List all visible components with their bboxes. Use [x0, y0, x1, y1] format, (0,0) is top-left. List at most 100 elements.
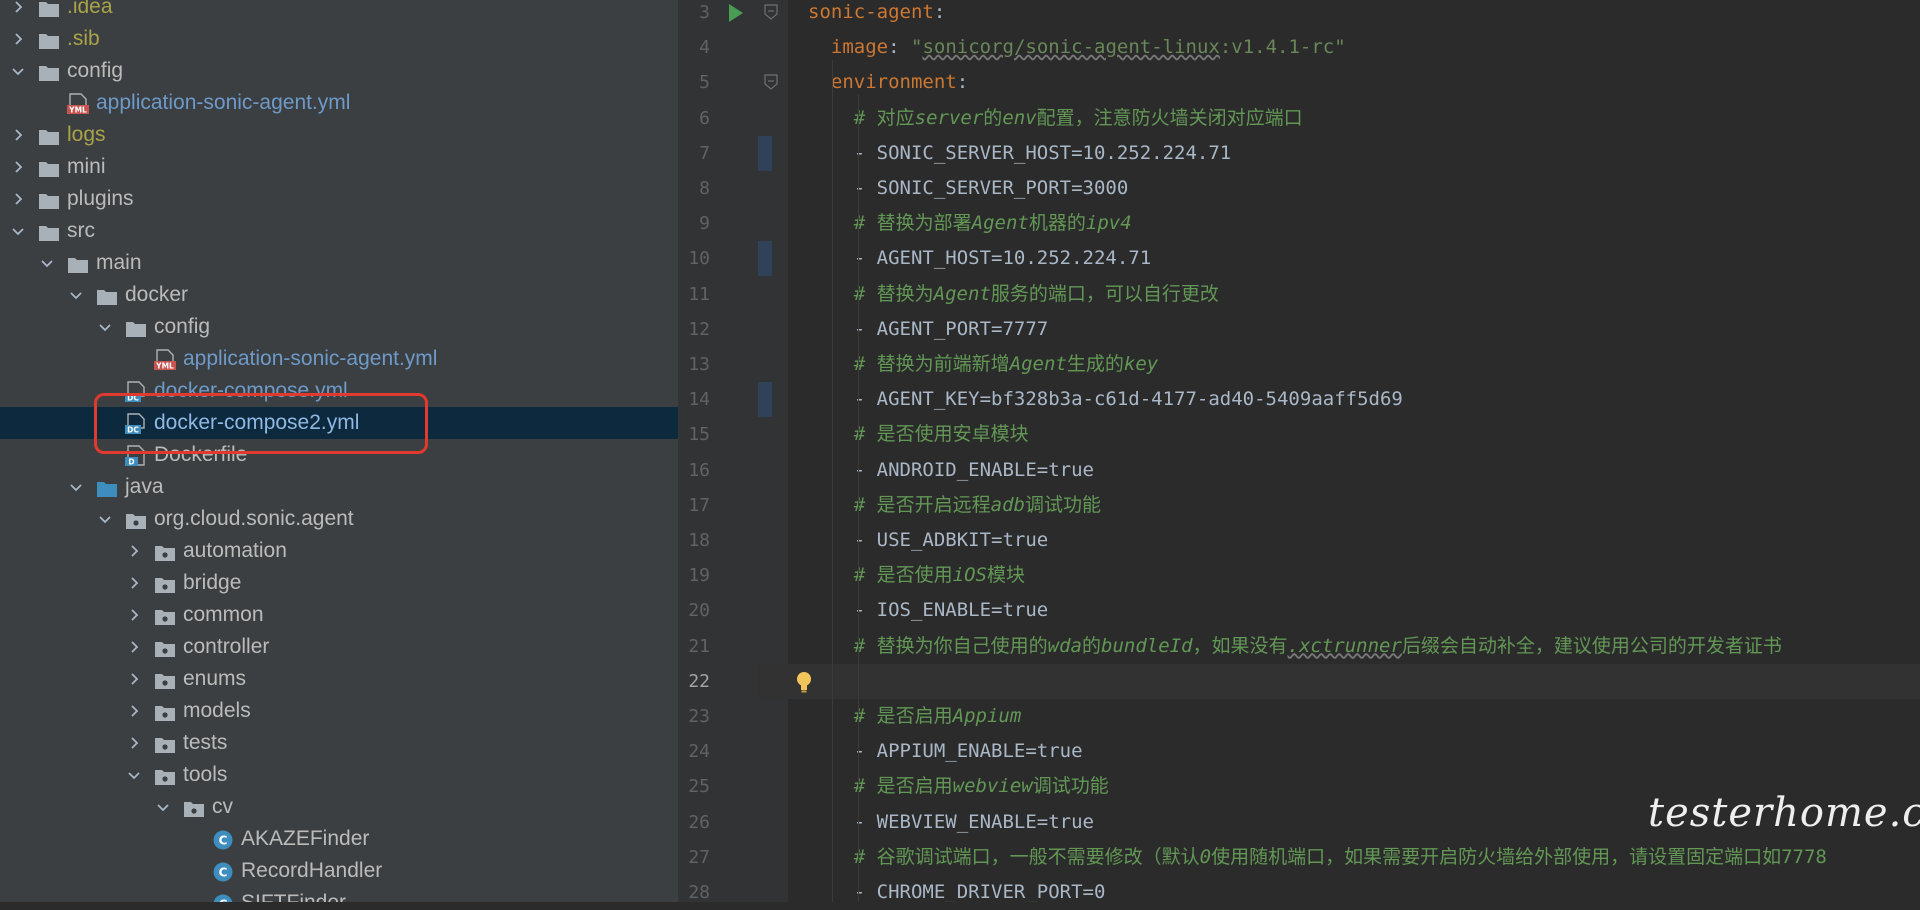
- chevron-right-icon[interactable]: [126, 695, 142, 727]
- code-line[interactable]: - AGENT_PORT=7777: [808, 312, 1048, 347]
- code-line[interactable]: - CHROME_DRIVER_PORT=0: [808, 875, 1106, 902]
- chevron-down-icon[interactable]: [155, 791, 171, 823]
- chevron-down-icon[interactable]: [10, 215, 26, 247]
- tree-item-label: enums: [183, 667, 247, 690]
- tree-item[interactable]: enums: [0, 663, 678, 695]
- tree-item-label: plugins: [67, 187, 134, 210]
- line-number: 14: [688, 389, 710, 411]
- code-line[interactable]: - WEBVIEW_ENABLE=true: [808, 805, 1094, 840]
- code-line[interactable]: - IOS_ENABLE=true: [808, 593, 1048, 628]
- chevron-right-icon[interactable]: [10, 151, 26, 183]
- tree-item[interactable]: main: [0, 247, 678, 279]
- code-line[interactable]: # 是否启用webview调试功能: [808, 769, 1109, 804]
- code-line[interactable]: # 是否启用Appium: [808, 699, 1022, 734]
- code-line[interactable]: - AGENT_HOST=10.252.224.71: [808, 241, 1151, 276]
- chevron-right-icon[interactable]: [126, 599, 142, 631]
- package-icon: [154, 573, 176, 593]
- chevron-down-icon[interactable]: [39, 247, 55, 279]
- tree-item[interactable]: controller: [0, 631, 678, 663]
- class-icon: C: [212, 893, 234, 902]
- tree-item[interactable]: org.cloud.sonic.agent: [0, 503, 678, 535]
- tree-item[interactable]: cv: [0, 791, 678, 823]
- tree-item[interactable]: models: [0, 695, 678, 727]
- line-number: 15: [688, 424, 710, 446]
- tree-item[interactable]: tests: [0, 727, 678, 759]
- line-number: 3: [699, 2, 710, 23]
- tree-item[interactable]: config: [0, 55, 678, 87]
- code-line[interactable]: - ANDROID_ENABLE=true: [808, 453, 1094, 488]
- chevron-right-icon[interactable]: [126, 567, 142, 599]
- fold-icon[interactable]: [764, 4, 778, 20]
- chevron-right-icon[interactable]: [10, 119, 26, 151]
- code-line[interactable]: # 对应server的env配置，注意防火墙关闭对应端口: [808, 101, 1303, 136]
- change-marker[interactable]: [758, 135, 772, 171]
- change-marker[interactable]: [758, 241, 772, 277]
- code-line[interactable]: # 替换为前端新增Agent生成的key: [808, 347, 1158, 382]
- tree-item[interactable]: src: [0, 215, 678, 247]
- tree-item[interactable]: tools: [0, 759, 678, 791]
- tree-item[interactable]: YML application-sonic-agent.yml: [0, 343, 678, 375]
- tree-item[interactable]: mini: [0, 151, 678, 183]
- line-number: 13: [688, 354, 710, 375]
- package-icon: [154, 733, 176, 753]
- chevron-right-icon[interactable]: [10, 23, 26, 55]
- code-line[interactable]: - APPIUM_ENABLE=true: [808, 734, 1083, 769]
- chevron-right-icon[interactable]: [126, 727, 142, 759]
- tree-item[interactable]: logs: [0, 119, 678, 151]
- code-line[interactable]: # 是否使用安卓模块: [808, 417, 1029, 452]
- tree-item[interactable]: automation: [0, 535, 678, 567]
- tree-item[interactable]: YML application-sonic-agent.yml: [0, 87, 678, 119]
- tree-item[interactable]: config: [0, 311, 678, 343]
- chevron-right-icon[interactable]: [126, 631, 142, 663]
- tree-item[interactable]: java: [0, 471, 678, 503]
- tree-item[interactable]: plugins: [0, 183, 678, 215]
- lightbulb-icon[interactable]: [794, 670, 814, 694]
- watermark: testerhome.com: [1648, 790, 1920, 836]
- tree-item[interactable]: bridge: [0, 567, 678, 599]
- code-line[interactable]: - AGENT_KEY=bf328b3a-c61d-4177-ad40-5409…: [808, 382, 1403, 417]
- chevron-down-icon[interactable]: [68, 279, 84, 311]
- tree-item-label: org.cloud.sonic.agent: [154, 507, 354, 530]
- chevron-right-icon[interactable]: [126, 663, 142, 695]
- code-line[interactable]: - SONIC_SERVER_HOST=10.252.224.71: [808, 136, 1232, 171]
- chevron-down-icon[interactable]: [68, 471, 84, 503]
- folder-icon: [38, 29, 60, 49]
- tree-item[interactable]: docker: [0, 279, 678, 311]
- code-line[interactable]: # 是否开启远程adb调试功能: [808, 488, 1101, 523]
- chevron-down-icon[interactable]: [10, 55, 26, 87]
- highlight-box: [94, 393, 428, 454]
- tree-item[interactable]: common: [0, 599, 678, 631]
- tree-item[interactable]: .sib: [0, 23, 678, 55]
- chevron-right-icon[interactable]: [10, 0, 26, 23]
- change-marker[interactable]: [758, 382, 772, 418]
- code-editor[interactable]: sonic-agent: image: "sonicorg/sonic-agen…: [788, 0, 1920, 902]
- code-line[interactable]: # 谷歌调试端口，一般不需要修改（默认0使用随机端口，如果需要开启防火墙给外部使…: [808, 840, 1827, 875]
- package-icon: [125, 509, 147, 529]
- tree-item[interactable]: C RecordHandler: [0, 855, 678, 887]
- fold-icon[interactable]: [764, 74, 778, 91]
- code-line[interactable]: # 是否使用iOS模块: [808, 558, 1025, 593]
- chevron-right-icon[interactable]: [10, 183, 26, 215]
- chevron-down-icon[interactable]: [97, 503, 113, 535]
- code-line[interactable]: - USE_ADBKIT=true: [808, 523, 1048, 558]
- code-line[interactable]: - SONIC_SERVER_PORT=3000: [808, 171, 1129, 206]
- code-line[interactable]: sonic-agent:: [808, 0, 945, 30]
- line-number: 28: [688, 882, 710, 903]
- line-number: 10: [688, 248, 710, 270]
- chevron-down-icon[interactable]: [126, 759, 142, 791]
- code-line[interactable]: # 替换为Agent服务的端口，可以自行更改: [808, 277, 1219, 312]
- tree-item[interactable]: C SIFTFinder: [0, 887, 678, 902]
- indent-guide: [858, 95, 859, 902]
- tree-item-label: main: [96, 251, 142, 274]
- run-icon[interactable]: [726, 2, 746, 24]
- code-line[interactable]: # 替换为你自己使用的wda的bundleId，如果没有.xctrunner后缀…: [808, 629, 1782, 664]
- chevron-down-icon[interactable]: [97, 311, 113, 343]
- chevron-right-icon[interactable]: [126, 535, 142, 567]
- tree-item[interactable]: C AKAZEFinder: [0, 823, 678, 855]
- line-number: 9: [699, 213, 710, 235]
- code-line[interactable]: image: "sonicorg/sonic-agent-linux:v1.4.…: [808, 30, 1346, 65]
- tree-item-label: docker: [125, 283, 189, 306]
- code-line[interactable]: # 替换为部署Agent机器的ipv4: [808, 206, 1132, 241]
- svg-text:C: C: [219, 866, 228, 880]
- tree-item[interactable]: .idea: [0, 0, 678, 23]
